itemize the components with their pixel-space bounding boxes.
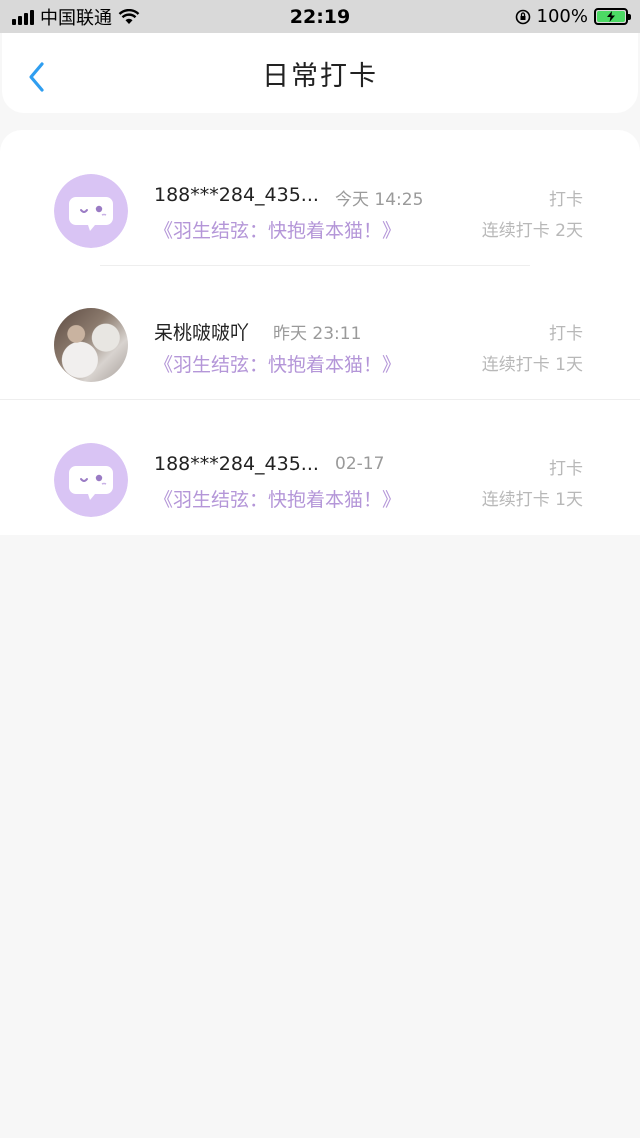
status-bar: 中国联通 22:19 100%	[0, 0, 640, 33]
list-item[interactable]: 188***284_435... 今天 14:25 《羽生结弦：快抱着本猫！》 …	[0, 130, 640, 264]
wifi-icon	[118, 8, 140, 24]
book-title-link[interactable]: 《羽生结弦：快抱着本猫！》	[154, 216, 401, 243]
checkin-time: 今天 14:25	[335, 190, 424, 210]
checkin-list: 188***284_435... 今天 14:25 《羽生结弦：快抱着本猫！》 …	[0, 130, 640, 535]
status-right: 100%	[515, 6, 631, 27]
checkin-label: 打卡	[549, 459, 583, 479]
chat-bubble-avatar-icon	[54, 443, 128, 517]
carrier-label: 中国联通	[40, 7, 112, 29]
orientation-lock-icon	[515, 9, 530, 24]
chat-bubble-avatar-icon	[54, 174, 128, 248]
page-title: 日常打卡	[262, 60, 378, 92]
streak-count: 连续打卡 1天	[481, 490, 583, 510]
checkin-label: 打卡	[549, 324, 583, 344]
signal-icon	[12, 9, 34, 25]
battery-percent: 100%	[536, 6, 588, 27]
book-title-link[interactable]: 《羽生结弦：快抱着本猫！》	[154, 350, 401, 377]
user-photo	[54, 308, 128, 382]
nav-header: 日常打卡	[2, 33, 638, 113]
checkin-label: 打卡	[549, 190, 583, 210]
checkin-time: 昨天 23:11	[273, 324, 362, 344]
list-item[interactable]: 188***284_435... 02-17 《羽生结弦：快抱着本猫！》 打卡 …	[0, 399, 640, 533]
streak-count: 连续打卡 1天	[481, 355, 583, 375]
checkin-time: 02-17	[335, 454, 385, 474]
user-name: 188***284_435...	[154, 453, 319, 475]
book-title-link[interactable]: 《羽生结弦：快抱着本猫！》	[154, 485, 401, 512]
streak-count: 连续打卡 2天	[481, 221, 583, 241]
avatar[interactable]	[54, 308, 128, 382]
user-name: 188***284_435...	[154, 184, 319, 206]
status-left: 中国联通	[12, 4, 140, 30]
avatar[interactable]	[54, 174, 128, 248]
back-button[interactable]	[20, 57, 52, 97]
chevron-left-icon	[29, 62, 44, 92]
battery-icon	[594, 8, 631, 25]
user-name: 呆桃啵啵吖	[154, 322, 250, 344]
avatar[interactable]	[54, 443, 128, 517]
list-item[interactable]: 呆桃啵啵吖 昨天 23:11 《羽生结弦：快抱着本猫！》 打卡 连续打卡 1天	[0, 264, 640, 398]
